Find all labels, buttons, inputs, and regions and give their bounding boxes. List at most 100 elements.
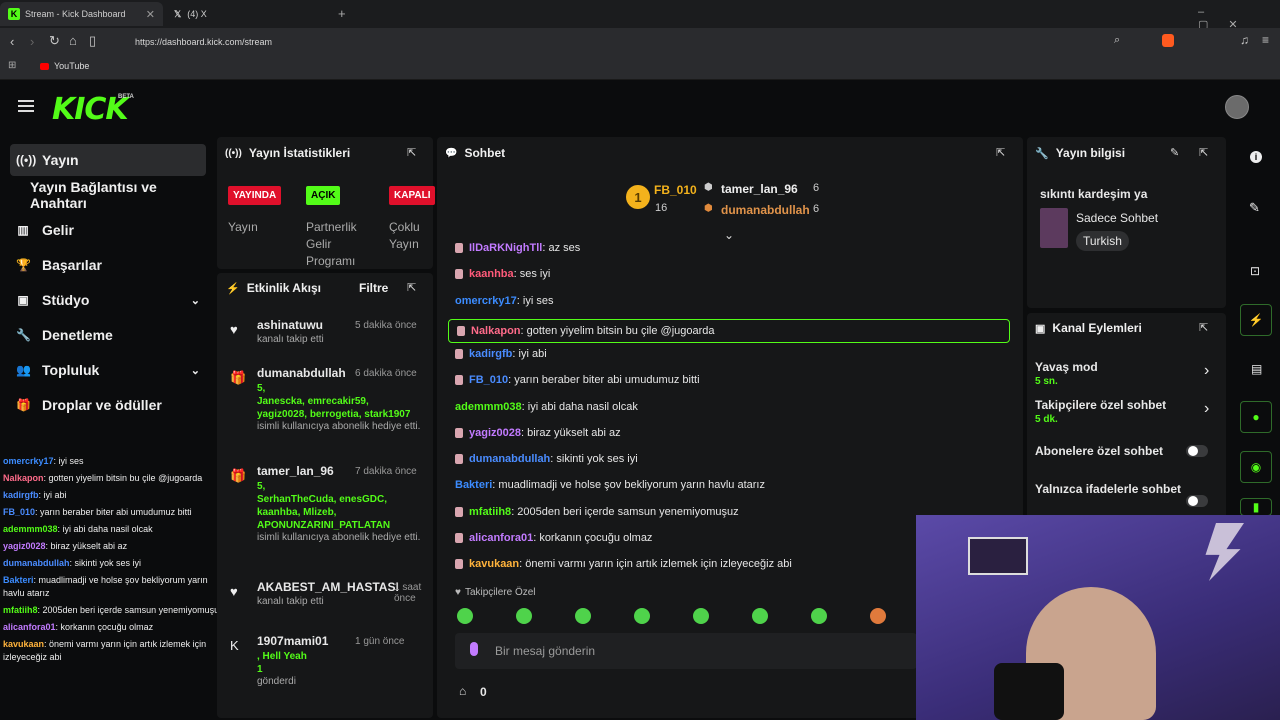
- zoom-icon[interactable]: ⌕: [1114, 34, 1120, 47]
- bookmark-icon[interactable]: ▯: [89, 33, 96, 49]
- popout-icon[interactable]: ⇱: [407, 281, 416, 294]
- media-icon[interactable]: ♫: [1240, 33, 1249, 47]
- chat-message[interactable]: Nalkapon: gotten yiyelim bitsin bu çile …: [448, 318, 1010, 343]
- activity-username[interactable]: dumanabdullah: [257, 366, 346, 380]
- overlay-chat-line: Nalkapon: gotten yiyelim bitsin bu çile …: [3, 472, 225, 485]
- sidebar-item[interactable]: Yayın Bağlantısı ve Anahtarı: [10, 179, 206, 211]
- emote-icon[interactable]: [693, 608, 709, 624]
- leader-name[interactable]: FB_010: [654, 183, 697, 197]
- sidebar-item[interactable]: 🏆 Başarılar: [10, 249, 206, 281]
- chat-username[interactable]: yagiz0028: [469, 427, 521, 439]
- chat-message[interactable]: FB_010: yarın beraber biter abi umudumuz…: [455, 371, 700, 389]
- sidebar-item[interactable]: 🎁 Droplar ve ödüller: [10, 389, 206, 421]
- chevron-down-icon[interactable]: ⌄: [191, 294, 200, 307]
- reload-icon[interactable]: ↻: [49, 33, 60, 49]
- toggle-switch[interactable]: [1186, 445, 1208, 457]
- emote-icon[interactable]: [457, 608, 473, 624]
- chat-message[interactable]: omercrky17: iyi ses: [455, 292, 553, 310]
- chat-username[interactable]: ademmm038: [455, 401, 522, 413]
- apps-grid-icon[interactable]: ⊞: [8, 60, 16, 71]
- scan-icon[interactable]: ⊡: [1250, 264, 1260, 278]
- chat-username[interactable]: kadirgfb: [469, 348, 512, 360]
- chat-username[interactable]: kavukaan: [469, 558, 519, 570]
- emote-icon[interactable]: [575, 608, 591, 624]
- url-field[interactable]: https://dashboard.kick.com/stream: [110, 32, 1115, 52]
- activity-detail: 5,: [257, 383, 266, 394]
- bolt-button[interactable]: ⚡: [1240, 304, 1272, 336]
- emote-icon[interactable]: [516, 608, 532, 624]
- chat-message[interactable]: alicanfora01: korkanın çocuğu olmaz: [455, 529, 652, 547]
- chat-username[interactable]: kaanhba: [469, 268, 514, 280]
- sidebar-item[interactable]: ▥ Gelir: [10, 214, 206, 246]
- sidebar-item[interactable]: 🔧 Denetleme: [10, 319, 206, 351]
- chevron-right-icon[interactable]: ›: [1204, 362, 1209, 380]
- chat-username[interactable]: omercrky17: [455, 295, 517, 307]
- chat-message[interactable]: kaanhba: ses iyi: [455, 265, 550, 283]
- emote-icon[interactable]: [752, 608, 768, 624]
- menu-icon[interactable]: ≡: [1262, 33, 1269, 47]
- chat-text: : iyi abi: [512, 347, 547, 360]
- close-tab-icon[interactable]: ✕: [146, 8, 155, 21]
- chat-input[interactable]: Bir mesaj gönderin: [455, 633, 917, 669]
- home-icon[interactable]: ⌂: [69, 33, 77, 48]
- activity-username[interactable]: ashinatuwu: [257, 318, 323, 332]
- chat-message[interactable]: IlDaRKNighTll: az ses: [455, 239, 580, 257]
- activity-username[interactable]: tamer_lan_96: [257, 464, 334, 478]
- chat-message[interactable]: kavukaan: önemi varmı yarın için artık i…: [455, 555, 792, 573]
- new-tab-icon[interactable]: +: [338, 6, 346, 21]
- activity-detail: 1: [257, 664, 263, 675]
- activity-username[interactable]: AKABEST_AM_HASTASI: [257, 580, 399, 594]
- chat-message[interactable]: ademmm038: iyi abi daha nasil olcak: [455, 398, 638, 416]
- store-icon[interactable]: ⌂: [459, 684, 466, 698]
- document-icon[interactable]: ▤: [1251, 362, 1262, 376]
- chat-username[interactable]: Nalkapon: [471, 325, 521, 337]
- bookmark-youtube[interactable]: YouTube: [40, 61, 89, 71]
- chat-message[interactable]: Bakteri: muadlimadji ve holse şov bekliy…: [455, 476, 765, 494]
- popout-icon[interactable]: ⇱: [1199, 146, 1208, 159]
- browser-tab-x[interactable]: 𝕏 (4) X: [166, 2, 336, 26]
- chat-button[interactable]: ●: [1240, 401, 1272, 433]
- chat-username[interactable]: Bakteri: [455, 479, 492, 491]
- chat-username[interactable]: alicanfora01: [469, 532, 533, 544]
- edit-icon[interactable]: ✎: [1170, 146, 1179, 159]
- browser-tab-kick[interactable]: K Stream - Kick Dashboard ✕: [0, 2, 163, 26]
- emote-icon[interactable]: [870, 608, 886, 624]
- chat-username[interactable]: mfatiih8: [469, 506, 511, 518]
- chat-username[interactable]: FB_010: [469, 374, 508, 386]
- chevron-down-icon[interactable]: ⌄: [191, 364, 200, 377]
- avatar[interactable]: [1225, 95, 1249, 119]
- chat-username[interactable]: dumanabdullah: [469, 453, 550, 465]
- back-icon[interactable]: ‹: [10, 34, 14, 49]
- sidebar-item[interactable]: ((•)) Yayın: [10, 144, 206, 176]
- broadcast-button[interactable]: ◉: [1240, 451, 1272, 483]
- info-icon[interactable]: i: [1250, 151, 1262, 163]
- chat-message[interactable]: mfatiih8: 2005den beri içerde samsun yen…: [455, 503, 739, 521]
- chat-username[interactable]: IlDaRKNighTll: [469, 242, 542, 254]
- collapse-icon[interactable]: ⌄: [724, 228, 734, 242]
- chat-message[interactable]: kadirgfb: iyi abi: [455, 345, 547, 363]
- user-badge-icon: [455, 348, 463, 359]
- brave-shield-icon[interactable]: [1162, 34, 1174, 47]
- activity-username[interactable]: 1907mami01: [257, 634, 328, 648]
- pencil-icon[interactable]: ✎: [1249, 200, 1260, 216]
- mic-icon[interactable]: [470, 642, 478, 656]
- category-name[interactable]: Sadece Sohbet: [1076, 211, 1158, 225]
- sidebar-item[interactable]: ▣ Stüdyo ⌄: [10, 284, 206, 316]
- emote-icon[interactable]: [634, 608, 650, 624]
- forward-icon[interactable]: ›: [30, 34, 34, 49]
- chat-message[interactable]: yagiz0028: biraz yükselt abi az: [455, 424, 621, 442]
- chevron-right-icon[interactable]: ›: [1204, 400, 1209, 418]
- kick-logo[interactable]: KICK: [52, 92, 129, 127]
- popout-icon[interactable]: ⇱: [407, 146, 416, 159]
- leader-name[interactable]: tamer_lan_96: [721, 182, 798, 196]
- camera-button[interactable]: ▮: [1240, 498, 1272, 516]
- hamburger-menu-icon[interactable]: [18, 100, 34, 112]
- chat-message[interactable]: dumanabdullah: sikinti yok ses iyi: [455, 450, 638, 468]
- filter-button[interactable]: Filtre: [359, 281, 388, 295]
- leader-name[interactable]: dumanabdullah: [721, 203, 810, 217]
- toggle-switch[interactable]: [1186, 495, 1208, 507]
- popout-icon[interactable]: ⇱: [1199, 321, 1208, 334]
- emote-icon[interactable]: [811, 608, 827, 624]
- sidebar-item[interactable]: 👥 Topluluk ⌄: [10, 354, 206, 386]
- popout-icon[interactable]: ⇱: [996, 146, 1005, 159]
